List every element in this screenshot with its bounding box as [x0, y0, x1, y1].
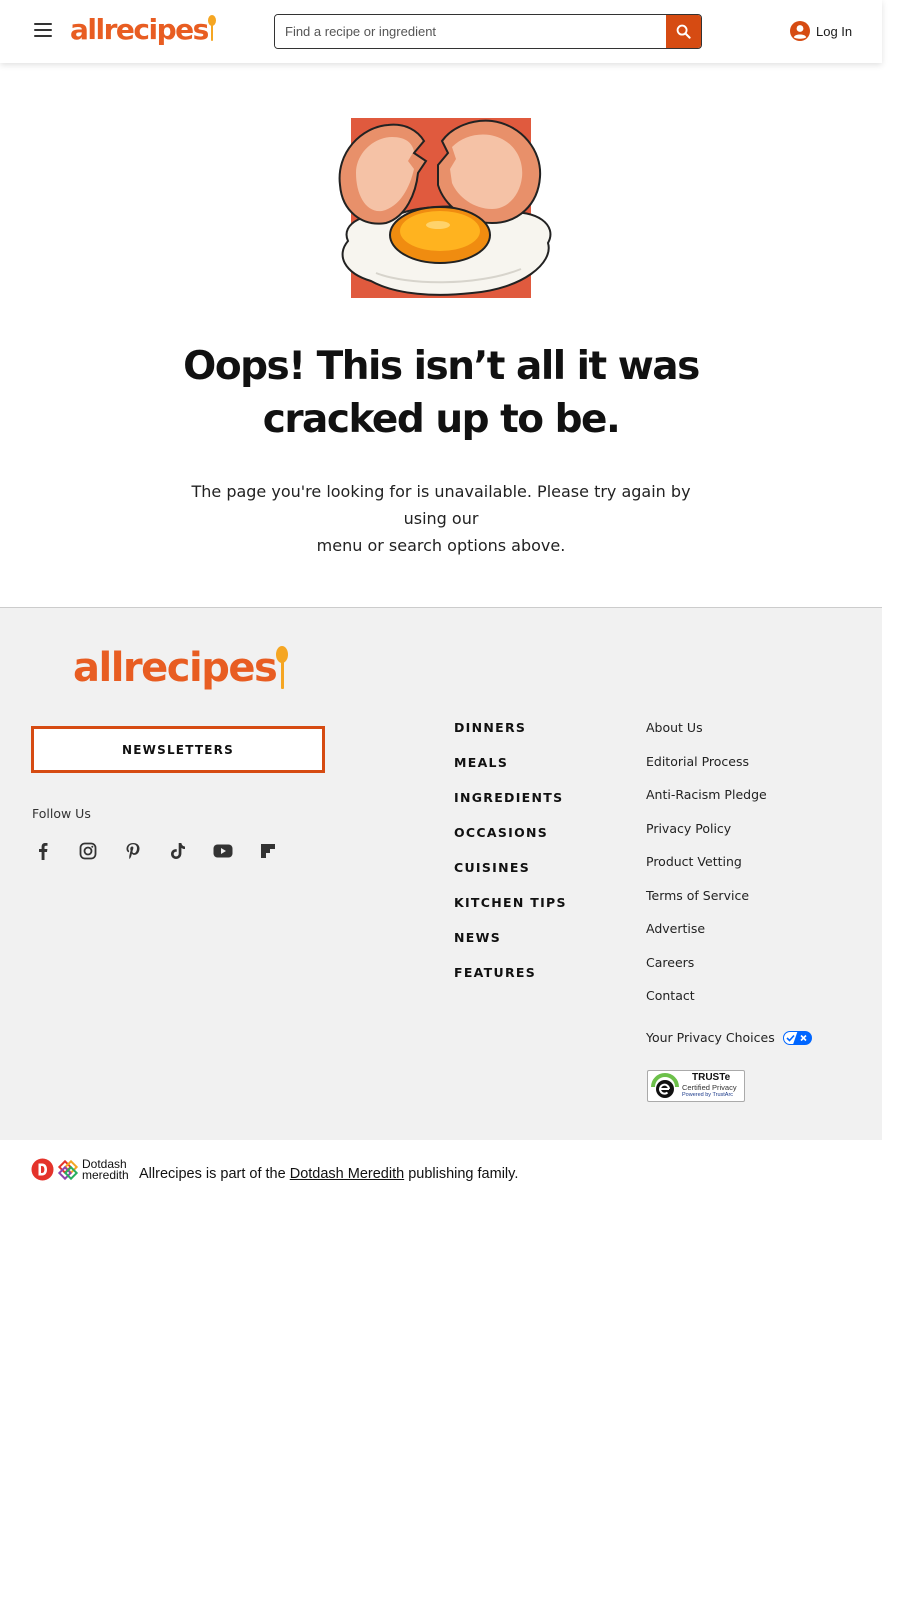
error-message: The page you're looking for is unavailab… [191, 482, 691, 555]
footer-link-privacy-policy[interactable]: Privacy Policy [646, 821, 812, 855]
truste-badge[interactable]: TRUSTe Certified Privacy Powered by Trus… [647, 1070, 745, 1102]
flipboard-icon[interactable] [257, 840, 279, 862]
follow-us-label: Follow Us [32, 806, 91, 821]
dotdash-meredith-logo[interactable]: Dotdash meredith [31, 1158, 129, 1181]
login-link[interactable]: Log In [790, 21, 852, 41]
footer-link-careers[interactable]: Careers [646, 955, 812, 989]
menu-icon[interactable] [34, 23, 52, 39]
footer-link-advertise[interactable]: Advertise [646, 921, 812, 955]
footer-category-features[interactable]: FEATURES [454, 965, 567, 1000]
login-label: Log In [816, 23, 853, 39]
privacy-choices-toggle-icon [782, 1031, 812, 1046]
footer-logo[interactable]: allrecipes [73, 645, 289, 691]
footer-category-ingredients[interactable]: INGREDIENTS [454, 790, 567, 825]
footer-link-privacy-choices[interactable]: Your Privacy Choices [646, 1022, 812, 1056]
truste-line1: Certified Privacy [682, 1083, 737, 1092]
footer-category-list: DINNERS MEALS INGREDIENTS OCCASIONS CUIS… [454, 720, 567, 1000]
footer-link-about-us[interactable]: About Us [646, 720, 812, 754]
footer-category-cuisines[interactable]: CUISINES [454, 860, 567, 895]
footer-link-list: About Us Editorial Process Anti-Racism P… [646, 720, 812, 1055]
search-bar [274, 14, 702, 49]
facebook-icon[interactable] [32, 840, 54, 862]
dotdash-d-icon [31, 1158, 54, 1181]
error-headline: Oops! This isn’t all it was cracked up t… [183, 344, 700, 442]
footer-category-news[interactable]: NEWS [454, 930, 567, 965]
footer-link-terms-of-service[interactable]: Terms of Service [646, 888, 812, 922]
footer-link-contact[interactable]: Contact [646, 988, 812, 1022]
dotdash-meredith-wordmark: Dotdash meredith [82, 1156, 129, 1182]
pinterest-icon[interactable] [122, 840, 144, 862]
footer-category-meals[interactable]: MEALS [454, 755, 567, 790]
footer-link-anti-racism-pledge[interactable]: Anti-Racism Pledge [646, 787, 812, 821]
instagram-icon[interactable] [77, 840, 99, 862]
footer-link-editorial-process[interactable]: Editorial Process [646, 754, 812, 788]
dotdash-meredith-link[interactable]: Dotdash Meredith [290, 1166, 404, 1182]
cracked-egg-illustration [326, 113, 588, 303]
spoon-icon [276, 645, 289, 691]
publishing-family-text: Allrecipes is part of the Dotdash Meredi… [139, 1166, 519, 1182]
spoon-icon [207, 13, 216, 43]
search-icon [676, 24, 691, 39]
footer-category-dinners[interactable]: DINNERS [454, 720, 567, 755]
newsletters-button[interactable]: NEWSLETTERS [31, 726, 325, 773]
footer-category-kitchen-tips[interactable]: KITCHEN TIPS [454, 895, 567, 930]
truste-seal-icon [651, 1073, 679, 1098]
header-logo[interactable]: allrecipes [70, 13, 216, 46]
truste-line2: Powered by TrustArc [682, 1092, 734, 1098]
user-icon [790, 21, 810, 41]
tiktok-icon[interactable] [167, 840, 189, 862]
footer-category-occasions[interactable]: OCCASIONS [454, 825, 567, 860]
search-input[interactable] [275, 15, 666, 48]
site-header: allrecipes Log In [0, 0, 882, 63]
publisher-bar: Dotdash meredith Allrecipes is part of t… [0, 1140, 882, 1202]
truste-title: TRUSTe [692, 1072, 731, 1083]
site-footer: allrecipes NEWSLETTERS Follow Us DINNERS… [0, 607, 882, 1140]
youtube-icon[interactable] [212, 840, 234, 862]
meredith-knot-icon [57, 1159, 79, 1180]
search-button[interactable] [666, 15, 701, 48]
footer-link-product-vetting[interactable]: Product Vetting [646, 854, 812, 888]
